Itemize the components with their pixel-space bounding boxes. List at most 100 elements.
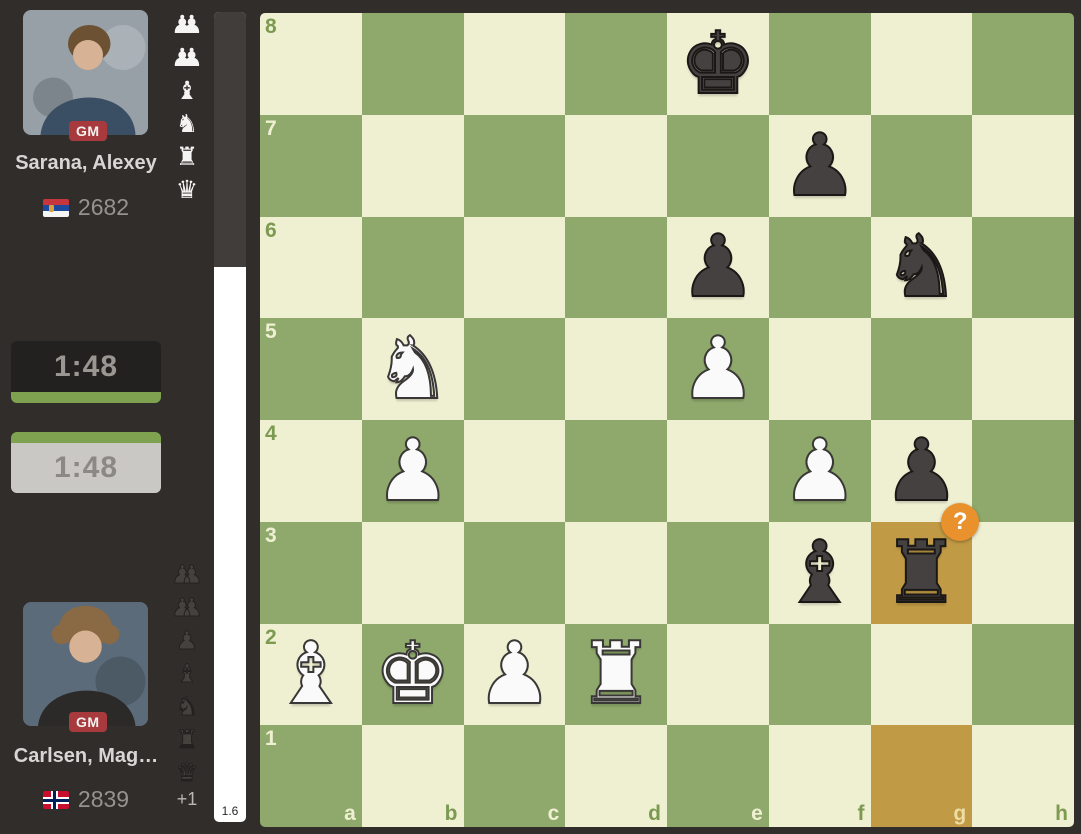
captured-bishop-icon: ♝	[175, 659, 199, 688]
black-king-e8[interactable]: ♚	[667, 13, 769, 115]
file-label-c: c	[547, 802, 560, 825]
square-a1[interactable]: 1a	[260, 725, 362, 827]
top-player-clock: 1:48	[11, 341, 161, 403]
rank-label-5: 5	[265, 320, 277, 344]
square-g8[interactable]	[870, 13, 973, 115]
norway-flag-icon	[42, 790, 69, 809]
square-h1[interactable]: h	[972, 725, 1074, 827]
top-player-name[interactable]: Sarana, Alexey	[0, 152, 172, 175]
square-a8[interactable]: 8	[260, 13, 362, 115]
captured-pawn-pair-icon: ♟♟	[171, 593, 204, 622]
square-a7[interactable]: 7	[260, 114, 362, 217]
captured-pawn-icon: ♟	[175, 626, 199, 655]
bottom-player-avatar[interactable]: GM	[23, 602, 148, 732]
bottom-gm-title-badge: GM	[69, 712, 107, 732]
square-d3[interactable]	[565, 521, 667, 624]
square-e4[interactable]	[667, 420, 769, 522]
white-knight-b5[interactable]: ♞	[362, 318, 464, 420]
evaluation-value: 1.6	[221, 804, 239, 818]
square-f1[interactable]: f	[768, 725, 871, 827]
white-pawn-c2[interactable]: ♟	[464, 624, 566, 726]
square-e3[interactable]	[667, 521, 769, 624]
square-c6[interactable]	[463, 216, 566, 319]
square-f8[interactable]	[768, 13, 871, 115]
square-b7[interactable]	[361, 114, 464, 217]
chess-game-screen: GM Sarana, Alexey 2682 1:48 1:48 GM Carl…	[0, 0, 1081, 834]
black-pawn-e6[interactable]: ♟	[667, 217, 769, 319]
captured-black-pieces-column: ♟♟ ♟♟ ♟ ♝ ♞ ♜ ♛	[168, 561, 206, 787]
captured-rook-icon: ♜	[175, 142, 199, 171]
square-f6[interactable]	[768, 216, 871, 319]
square-c5[interactable]	[463, 318, 566, 420]
square-d1[interactable]: d	[565, 725, 667, 827]
top-player-photo	[23, 10, 148, 135]
white-pawn-f4[interactable]: ♟	[769, 420, 871, 522]
square-a6[interactable]: 6	[260, 216, 362, 319]
square-c4[interactable]	[463, 420, 566, 522]
square-a5[interactable]: 5	[260, 318, 362, 420]
square-g2[interactable]	[870, 623, 973, 726]
captured-knight-icon: ♞	[175, 692, 199, 721]
mistake-move-badge: ?	[941, 502, 980, 541]
square-b6[interactable]	[361, 216, 464, 319]
square-b3[interactable]	[361, 521, 464, 624]
square-d4[interactable]	[565, 420, 667, 522]
black-bishop-f3[interactable]: ♝	[769, 522, 871, 624]
square-d6[interactable]	[565, 216, 667, 319]
white-bishop-a2[interactable]: ♝	[260, 624, 362, 726]
rank-label-7: 7	[265, 116, 277, 140]
square-f2[interactable]	[768, 623, 871, 726]
file-label-h: h	[1055, 802, 1068, 825]
white-pawn-b4[interactable]: ♟	[362, 420, 464, 522]
square-f5[interactable]	[768, 318, 871, 420]
rank-label-3: 3	[265, 523, 277, 547]
square-c7[interactable]	[463, 114, 566, 217]
bottom-player-photo	[23, 602, 148, 726]
square-c8[interactable]	[463, 13, 566, 115]
square-a4[interactable]: 4	[260, 420, 362, 522]
square-b8[interactable]	[361, 13, 464, 115]
square-e1[interactable]: e	[667, 725, 769, 827]
square-g1[interactable]: g	[870, 725, 973, 827]
rank-label-6: 6	[265, 218, 277, 242]
square-g7[interactable]	[870, 114, 973, 217]
bottom-clock-progress-bar	[11, 432, 161, 443]
square-h3[interactable]	[972, 521, 1074, 624]
top-player-avatar[interactable]: GM	[23, 10, 148, 141]
square-h2[interactable]	[972, 623, 1074, 726]
rank-label-1: 1	[265, 727, 277, 751]
white-rook-d2[interactable]: ♜	[565, 624, 667, 726]
white-king-b2[interactable]: ♚	[362, 624, 464, 726]
square-a3[interactable]: 3	[260, 521, 362, 624]
black-pawn-f7[interactable]: ♟	[769, 115, 871, 217]
square-b1[interactable]: b	[361, 725, 464, 827]
square-h7[interactable]	[972, 114, 1074, 217]
top-gm-title-badge: GM	[69, 121, 107, 141]
square-g5[interactable]	[870, 318, 973, 420]
square-c1[interactable]: c	[463, 725, 566, 827]
square-h8[interactable]	[972, 13, 1074, 115]
square-h4[interactable]	[972, 420, 1074, 522]
evaluation-bar: 1.6	[214, 12, 246, 822]
black-knight-g6[interactable]: ♞	[871, 217, 973, 319]
top-clock-progress-bar	[11, 392, 161, 403]
serbia-flag-icon	[42, 198, 69, 217]
file-label-g: g	[953, 802, 967, 825]
square-d7[interactable]	[565, 114, 667, 217]
captured-queen-icon: ♛	[175, 758, 199, 787]
file-label-f: f	[857, 802, 865, 825]
white-pawn-e5[interactable]: ♟	[667, 318, 769, 420]
bottom-player-name[interactable]: Carlsen, Mag…	[0, 745, 172, 768]
top-clock-time: 1:48	[53, 349, 119, 383]
square-e7[interactable]	[667, 114, 769, 217]
captured-rook-icon: ♜	[175, 725, 199, 754]
captured-pawn-pair-icon: ♟♟	[171, 43, 203, 72]
rank-label-8: 8	[265, 15, 277, 38]
square-e2[interactable]	[667, 623, 769, 726]
square-d8[interactable]	[565, 13, 667, 115]
file-label-d: d	[648, 802, 661, 825]
square-d5[interactable]	[565, 318, 667, 420]
square-h5[interactable]	[972, 318, 1074, 420]
square-h6[interactable]	[972, 216, 1074, 319]
square-c3[interactable]	[463, 521, 566, 624]
